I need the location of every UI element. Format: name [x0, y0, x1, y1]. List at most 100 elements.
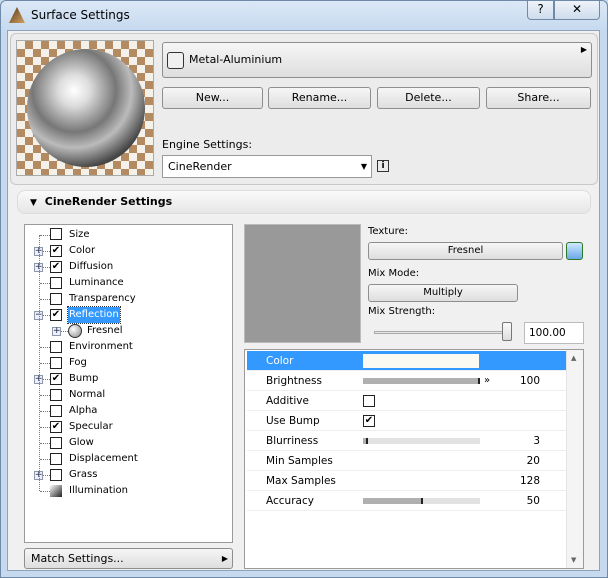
param-checkbox[interactable]: ✔	[363, 415, 375, 427]
new-button[interactable]: New...	[162, 87, 263, 109]
section-title: CineRender Settings	[44, 195, 173, 208]
param-value: 128	[519, 475, 540, 487]
tree-connector	[40, 395, 50, 396]
param-label: Max Samples	[266, 475, 336, 487]
tree-item-environment[interactable]: Environment	[25, 339, 230, 355]
tree-item-label: Transparency	[69, 293, 136, 304]
tree-connector	[40, 283, 50, 284]
checkbox[interactable]: ✔	[50, 421, 62, 433]
sphere-icon	[68, 324, 82, 338]
tree-connector	[40, 299, 50, 300]
param-row-color[interactable]: Color	[247, 351, 566, 371]
engine-select[interactable]: CineRender ▼	[162, 155, 372, 178]
param-row-brightness[interactable]: Brightness » 100	[247, 371, 566, 391]
collapse-triangle-icon: ▼	[30, 198, 37, 208]
param-checkbox[interactable]	[363, 395, 375, 407]
slider-arrow-icon: »	[484, 375, 491, 386]
tree-item-label: Diffusion	[69, 261, 114, 272]
size-icon	[50, 228, 62, 240]
texture-button[interactable]: Fresnel	[368, 242, 563, 260]
mix-mode-label: Mix Mode:	[368, 268, 420, 279]
param-row-use-bump[interactable]: Use Bump ✔	[247, 411, 566, 431]
param-slider[interactable]	[363, 498, 480, 504]
checkbox[interactable]	[50, 341, 62, 353]
tree-item-transparency[interactable]: Transparency	[25, 291, 230, 307]
checkbox[interactable]: ✔	[50, 245, 62, 257]
tree-item-label: Grass	[69, 469, 98, 480]
material-name: Metal-Aluminium	[189, 53, 283, 66]
tree-item-alpha[interactable]: Alpha	[25, 403, 230, 419]
checkbox[interactable]	[50, 405, 62, 417]
checkbox[interactable]	[50, 389, 62, 401]
tree-item-fresnel[interactable]: + Fresnel	[25, 323, 230, 339]
tree-item-label: Illumination	[69, 485, 128, 496]
tree-item-size[interactable]: Size	[25, 227, 230, 243]
param-row-blurriness[interactable]: Blurriness 3	[247, 431, 566, 451]
checkbox[interactable]	[50, 469, 62, 481]
match-settings-label: Match Settings...	[31, 552, 124, 565]
tree-connector	[40, 443, 50, 444]
tree-item-label: Size	[69, 229, 90, 240]
texture-label: Texture:	[368, 226, 408, 237]
param-row-additive[interactable]: Additive	[247, 391, 566, 411]
checkbox[interactable]: ✔	[50, 261, 62, 273]
scroll-down-icon[interactable]: ▼	[571, 556, 576, 564]
delete-button[interactable]: Delete...	[377, 87, 480, 109]
info-icon[interactable]: i	[377, 160, 389, 172]
expand-icon[interactable]: +	[52, 327, 61, 336]
help-button[interactable]: ?	[527, 1, 554, 20]
param-label: Min Samples	[266, 455, 333, 467]
tree-item-color[interactable]: + ✔ Color	[25, 243, 230, 259]
checkbox[interactable]	[50, 277, 62, 289]
checkbox[interactable]: ✔	[50, 309, 62, 321]
tree-item-label: Glow	[69, 437, 94, 448]
chevron-down-icon: ▼	[360, 162, 367, 171]
mix-strength-input[interactable]: 100.00	[524, 322, 584, 344]
tree-connector	[40, 235, 50, 236]
tree-item-reflection[interactable]: − ✔ Reflection	[25, 306, 230, 324]
share-button[interactable]: Share...	[486, 87, 591, 109]
tree-item-label: Fog	[69, 357, 87, 368]
tree-item-displacement[interactable]: Displacement	[25, 451, 230, 467]
param-slider[interactable]	[363, 438, 480, 444]
param-slider[interactable]	[363, 378, 480, 384]
checkbox[interactable]	[50, 357, 62, 369]
checkbox[interactable]	[50, 293, 62, 305]
menu-arrow-icon: ▶	[580, 45, 587, 54]
mix-mode-button[interactable]: Multiply	[368, 284, 518, 302]
tree-item-bump[interactable]: + ✔ Bump	[25, 371, 230, 387]
material-selector[interactable]: Metal-Aluminium ▶	[162, 42, 592, 78]
tree-item-label: Luminance	[69, 277, 124, 288]
checkbox[interactable]: ✔	[50, 373, 62, 385]
param-row-accuracy[interactable]: Accuracy 50	[247, 491, 566, 511]
cinerender-settings-header[interactable]: ▼ CineRender Settings	[17, 190, 591, 214]
rename-button[interactable]: Rename...	[268, 87, 371, 109]
tree-item-diffusion[interactable]: + ✔ Diffusion	[25, 259, 230, 275]
scroll-up-icon[interactable]: ▲	[571, 354, 576, 362]
tree-item-glow[interactable]: Glow	[25, 435, 230, 451]
tree-item-normal[interactable]: Normal	[25, 387, 230, 403]
tree-item-label: Color	[69, 245, 96, 256]
match-settings-button[interactable]: Match Settings... ▶	[24, 548, 233, 569]
scrollbar[interactable]: ▲ ▼	[566, 350, 583, 568]
tree-item-label: Alpha	[69, 405, 98, 416]
mix-strength-slider[interactable]	[502, 322, 512, 341]
param-row-max-samples[interactable]: Max Samples 128	[247, 471, 566, 491]
engine-select-value: CineRender	[168, 160, 232, 173]
tree-item-luminance[interactable]: Luminance	[25, 275, 230, 291]
tree-connector	[40, 411, 50, 412]
param-row-min-samples[interactable]: Min Samples 20	[247, 451, 566, 471]
color-swatch[interactable]	[363, 354, 479, 368]
tree-item-grass[interactable]: + Grass	[25, 467, 230, 483]
tree-item-specular[interactable]: ✔ Specular	[25, 419, 230, 435]
tree-connector	[40, 491, 50, 492]
param-label: Additive	[266, 395, 309, 407]
tree-item-fog[interactable]: Fog	[25, 355, 230, 371]
checkbox[interactable]	[50, 453, 62, 465]
param-label: Brightness	[266, 375, 322, 387]
close-button[interactable]: ✕	[554, 1, 600, 20]
param-label: Blurriness	[266, 435, 319, 447]
texture-refresh-icon[interactable]	[566, 242, 583, 260]
tree-item-illumination[interactable]: Illumination	[25, 483, 230, 499]
checkbox[interactable]	[50, 437, 62, 449]
